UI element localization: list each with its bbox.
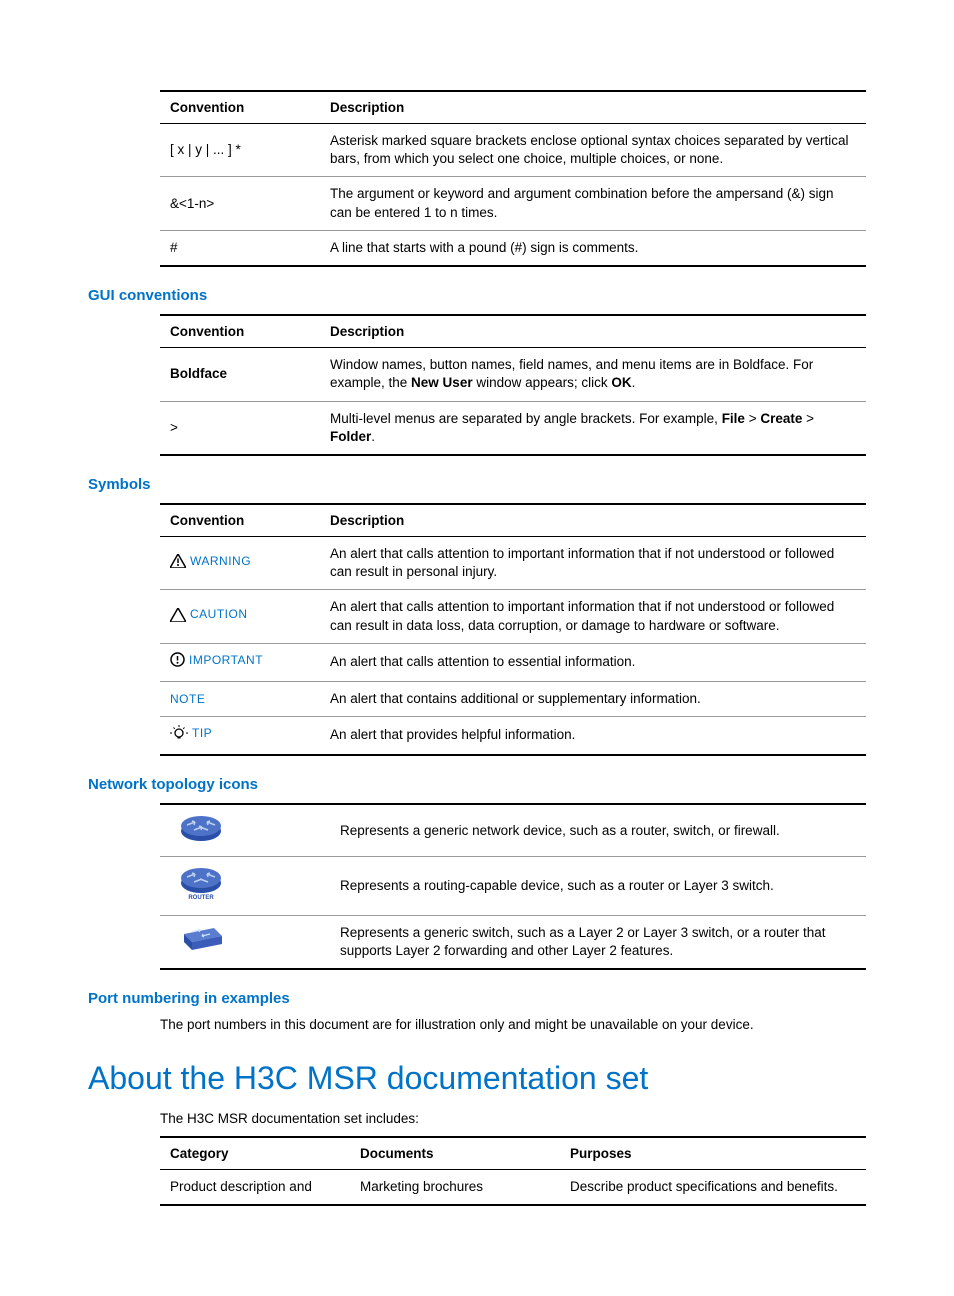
table-row: [ x | y | ... ] * Asterisk marked square… <box>160 124 866 177</box>
section-heading-topology: Network topology icons <box>88 776 866 793</box>
cell-description: Multi-level menus are separated by angle… <box>320 401 866 455</box>
th-convention: Convention <box>160 91 320 124</box>
cell-description: Represents a generic network device, suc… <box>330 804 866 857</box>
cell-category: Product description and <box>160 1170 350 1206</box>
body-text: The H3C MSR documentation set includes: <box>160 1111 866 1126</box>
symbols-table: Convention Description WARNING An alert … <box>160 503 866 756</box>
cell-description: A line that starts with a pound (#) sign… <box>320 230 866 266</box>
warning-icon <box>170 554 186 568</box>
cell-description: An alert that provides helpful informati… <box>320 716 866 755</box>
cell-description: The argument or keyword and argument com… <box>320 177 866 230</box>
svg-text:ROUTER: ROUTER <box>188 895 214 901</box>
cell-convention: WARNING <box>160 536 320 589</box>
router-device-icon: ROUTER <box>180 865 222 901</box>
cell-description: Represents a generic switch, such as a L… <box>330 915 866 969</box>
docset-table: Category Documents Purposes Product desc… <box>160 1136 866 1206</box>
th-purposes: Purposes <box>560 1137 866 1170</box>
cell-icon <box>160 804 330 857</box>
th-convention: Convention <box>160 504 320 537</box>
th-description: Description <box>320 315 866 348</box>
gui-conventions-table: Convention Description Boldface Window n… <box>160 314 866 456</box>
th-category: Category <box>160 1137 350 1170</box>
cell-icon <box>160 915 330 969</box>
table-row: WARNING An alert that calls attention to… <box>160 536 866 589</box>
table-row: > Multi-level menus are separated by ang… <box>160 401 866 455</box>
th-documents: Documents <box>350 1137 560 1170</box>
conventions-table: Convention Description [ x | y | ... ] *… <box>160 90 866 267</box>
body-text: The port numbers in this document are fo… <box>160 1017 866 1032</box>
switch-device-icon <box>180 924 226 954</box>
cell-convention: IMPORTANT <box>160 643 320 681</box>
table-row: Boldface Window names, button names, fie… <box>160 348 866 401</box>
th-convention: Convention <box>160 315 320 348</box>
cell-icon: ROUTER <box>160 857 330 915</box>
table-row: &<1-n> The argument or keyword and argum… <box>160 177 866 230</box>
tip-icon <box>170 725 188 741</box>
cell-description: An alert that calls attention to importa… <box>320 590 866 643</box>
table-row: Product description and Marketing brochu… <box>160 1170 866 1206</box>
network-device-icon <box>180 813 222 843</box>
table-row: TIP An alert that provides helpful infor… <box>160 716 866 755</box>
cell-convention: CAUTION <box>160 590 320 643</box>
section-heading-gui: GUI conventions <box>88 287 866 304</box>
page-title-about: About the H3C MSR documentation set <box>88 1060 866 1097</box>
table-row: ROUTER Represents a routing-capable devi… <box>160 857 866 915</box>
cell-convention: TIP <box>160 716 320 755</box>
table-row: Represents a generic network device, suc… <box>160 804 866 857</box>
section-heading-port: Port numbering in examples <box>88 990 866 1007</box>
cell-documents: Marketing brochures <box>350 1170 560 1206</box>
caution-icon <box>170 608 186 622</box>
table-row: Represents a generic switch, such as a L… <box>160 915 866 969</box>
th-description: Description <box>320 504 866 537</box>
table-row: IMPORTANT An alert that calls attention … <box>160 643 866 681</box>
cell-convention: &<1-n> <box>160 177 320 230</box>
cell-description: An alert that calls attention to importa… <box>320 536 866 589</box>
table-row: CAUTION An alert that calls attention to… <box>160 590 866 643</box>
cell-convention: > <box>160 401 320 455</box>
important-icon <box>170 652 185 667</box>
cell-description: Window names, button names, field names,… <box>320 348 866 401</box>
section-heading-symbols: Symbols <box>88 476 866 493</box>
table-row: # A line that starts with a pound (#) si… <box>160 230 866 266</box>
th-description: Description <box>320 91 866 124</box>
table-row: NOTE An alert that contains additional o… <box>160 681 866 716</box>
cell-convention: # <box>160 230 320 266</box>
cell-convention: [ x | y | ... ] * <box>160 124 320 177</box>
cell-convention: Boldface <box>160 348 320 401</box>
topology-icons-table: Represents a generic network device, suc… <box>160 803 866 970</box>
cell-description: Represents a routing-capable device, suc… <box>330 857 866 915</box>
cell-convention: NOTE <box>160 681 320 716</box>
cell-description: An alert that calls attention to essenti… <box>320 643 866 681</box>
cell-description: An alert that contains additional or sup… <box>320 681 866 716</box>
cell-description: Asterisk marked square brackets enclose … <box>320 124 866 177</box>
cell-purposes: Describe product specifications and bene… <box>560 1170 866 1206</box>
